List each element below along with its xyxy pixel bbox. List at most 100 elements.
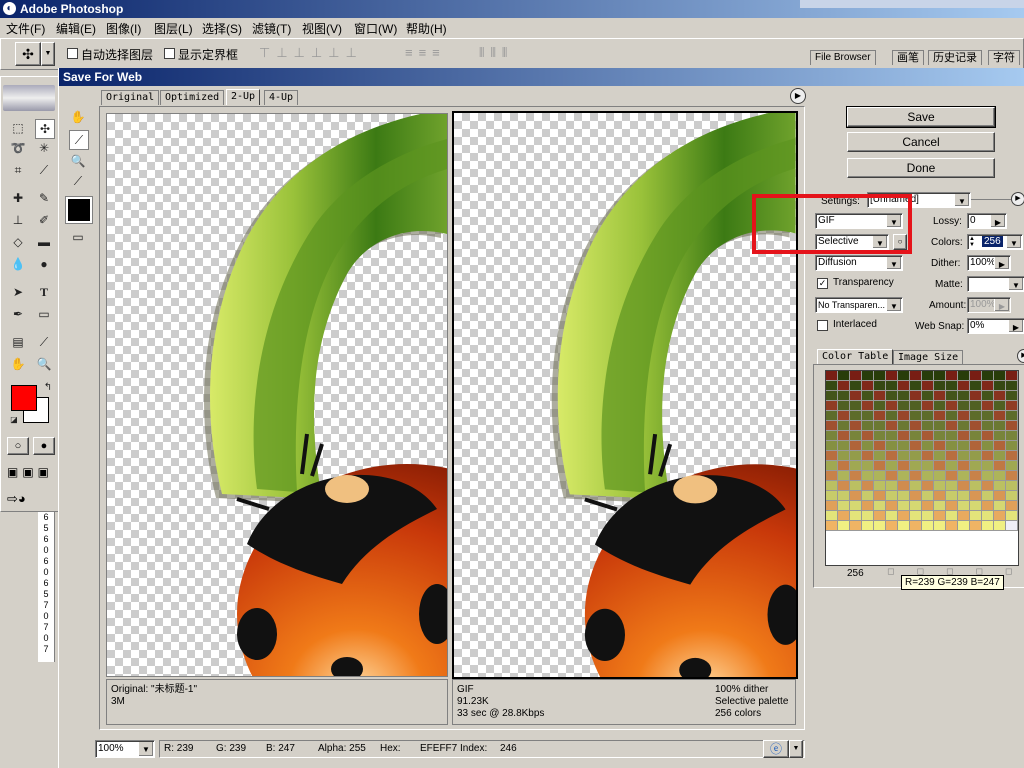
dither-input[interactable]: 100% ▶: [967, 255, 1011, 271]
color-swatch[interactable]: [862, 511, 874, 521]
color-swatch[interactable]: [826, 511, 838, 521]
color-swatch[interactable]: [1006, 471, 1018, 481]
color-swatch[interactable]: [970, 381, 982, 391]
color-swatch[interactable]: [922, 441, 934, 451]
align-icons[interactable]: ⊤⊥⊥⊥⊥⊥: [259, 45, 389, 61]
menu-image[interactable]: 图像(I): [106, 20, 141, 37]
color-swatch[interactable]: [946, 501, 958, 511]
eyedropper-tool-icon[interactable]: ⟋: [35, 333, 53, 351]
color-swatch[interactable]: [874, 381, 886, 391]
color-swatch[interactable]: [982, 371, 994, 381]
color-swatch[interactable]: [874, 481, 886, 491]
dialog-eyedropper-color-swatch[interactable]: [65, 196, 93, 224]
color-swatch[interactable]: [1006, 411, 1018, 421]
color-swatch[interactable]: [862, 391, 874, 401]
settings-menu-icon[interactable]: ▶: [1011, 192, 1024, 206]
color-swatch[interactable]: [826, 521, 838, 531]
color-swatch[interactable]: [910, 371, 922, 381]
color-swatch[interactable]: [910, 441, 922, 451]
menu-view[interactable]: 视图(V): [302, 20, 342, 37]
color-swatch[interactable]: [994, 391, 1006, 401]
menu-edit[interactable]: 编辑(E): [56, 20, 96, 37]
color-swatch[interactable]: [838, 501, 850, 511]
color-swatch[interactable]: [886, 461, 898, 471]
image-size-tab[interactable]: Image Size: [893, 350, 964, 365]
tool-preset-dropdown[interactable]: ▼: [41, 42, 55, 66]
screen-mode-icons[interactable]: ▣▣▣: [7, 465, 53, 479]
color-swatch[interactable]: [838, 471, 850, 481]
color-swatch[interactable]: [922, 471, 934, 481]
color-swatch[interactable]: [898, 501, 910, 511]
color-swatch[interactable]: [826, 371, 838, 381]
color-swatch[interactable]: [970, 441, 982, 451]
color-swatch[interactable]: [946, 371, 958, 381]
color-swatch[interactable]: [946, 471, 958, 481]
color-swatch[interactable]: [838, 411, 850, 421]
color-swatch[interactable]: [826, 381, 838, 391]
color-swatch[interactable]: [934, 461, 946, 471]
color-swatch[interactable]: [946, 441, 958, 451]
color-swatch[interactable]: [862, 431, 874, 441]
color-swatch[interactable]: [850, 461, 862, 471]
color-swatch[interactable]: [1006, 461, 1018, 471]
color-swatch[interactable]: [946, 481, 958, 491]
color-swatch[interactable]: [958, 481, 970, 491]
color-swatch[interactable]: [850, 381, 862, 391]
color-swatch[interactable]: [970, 451, 982, 461]
color-swatch[interactable]: [850, 481, 862, 491]
zoom-tool-icon[interactable]: 🔍: [35, 355, 53, 373]
color-swatch[interactable]: [970, 521, 982, 531]
color-swatch[interactable]: [898, 451, 910, 461]
color-swatch[interactable]: [898, 411, 910, 421]
color-swatch[interactable]: [826, 391, 838, 401]
color-swatch[interactable]: [934, 451, 946, 461]
color-swatch[interactable]: [826, 471, 838, 481]
zoom-dropdown[interactable]: 100% ▼: [95, 740, 155, 758]
color-swatch[interactable]: [982, 501, 994, 511]
color-swatch[interactable]: [826, 421, 838, 431]
color-swatch[interactable]: [874, 441, 886, 451]
color-swatch[interactable]: [922, 511, 934, 521]
color-swatch[interactable]: [850, 401, 862, 411]
color-swatch[interactable]: [934, 471, 946, 481]
color-swatch[interactable]: [862, 371, 874, 381]
color-swatch[interactable]: [970, 431, 982, 441]
standard-mode-button[interactable]: ○: [7, 437, 29, 455]
lossy-input[interactable]: 0 ▶: [967, 213, 1007, 229]
color-swatch[interactable]: [946, 431, 958, 441]
palette-tab-history[interactable]: 历史记录: [928, 50, 982, 65]
color-swatch[interactable]: [862, 441, 874, 451]
color-swatch[interactable]: [838, 441, 850, 451]
palette-tab-brushes[interactable]: 画笔: [892, 50, 924, 65]
color-swatch[interactable]: [850, 521, 862, 531]
hand-tool-icon[interactable]: ✋: [9, 355, 27, 373]
move-tool-icon[interactable]: ✣: [35, 119, 55, 139]
color-swatch[interactable]: [874, 511, 886, 521]
color-swatch[interactable]: [910, 471, 922, 481]
color-swatch[interactable]: [946, 421, 958, 431]
gradient-tool-icon[interactable]: ▬: [35, 233, 53, 251]
color-swatch[interactable]: [898, 381, 910, 391]
color-swatch[interactable]: [994, 521, 1006, 531]
color-swatch[interactable]: [862, 401, 874, 411]
color-swatch[interactable]: [874, 431, 886, 441]
color-swatch[interactable]: [922, 521, 934, 531]
color-swatch[interactable]: [946, 411, 958, 421]
color-swatch[interactable]: [994, 471, 1006, 481]
stamp-tool-icon[interactable]: ⊥: [9, 211, 27, 229]
view-tab-original[interactable]: Original: [101, 90, 160, 105]
color-swatch[interactable]: [874, 461, 886, 471]
notes-tool-icon[interactable]: ▤: [9, 333, 27, 351]
color-swatch[interactable]: [886, 401, 898, 411]
color-swatch[interactable]: [982, 481, 994, 491]
transparency-dither-dropdown[interactable]: No Transparen... ▼: [815, 297, 903, 313]
color-swatch[interactable]: [826, 491, 838, 501]
color-swatch[interactable]: [862, 461, 874, 471]
color-swatch[interactable]: [982, 461, 994, 471]
pen-tool-icon[interactable]: ✒: [9, 305, 27, 323]
color-swatch[interactable]: [838, 431, 850, 441]
color-swatch[interactable]: [922, 451, 934, 461]
menu-file[interactable]: 文件(F): [6, 20, 45, 37]
color-swatch[interactable]: [886, 421, 898, 431]
color-swatch[interactable]: [1006, 381, 1018, 391]
